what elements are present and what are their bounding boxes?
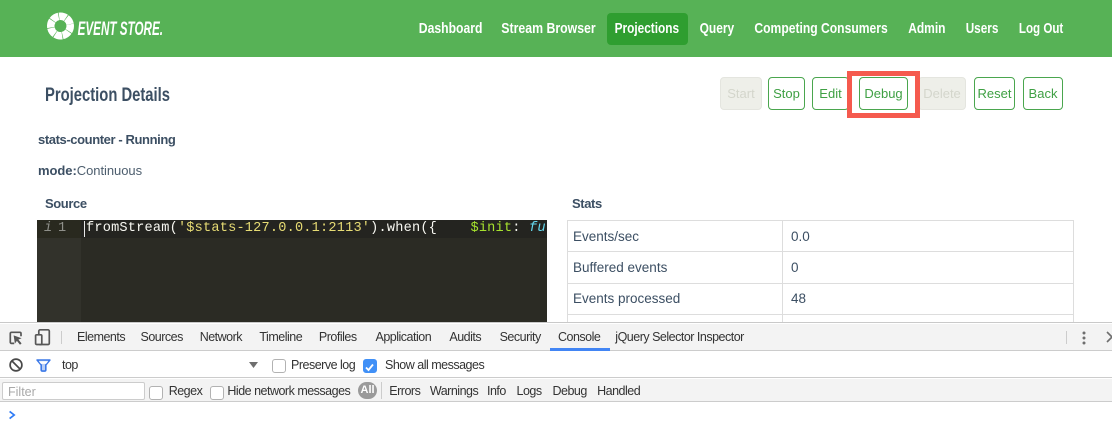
svg-text:Admin: Admin — [908, 20, 945, 37]
svg-text:Stream Browser: Stream Browser — [501, 20, 596, 37]
svg-text:Users: Users — [966, 20, 999, 37]
svg-text:Projection Details: Projection Details — [45, 85, 170, 106]
svg-text:Projections: Projections — [615, 20, 680, 37]
svg-text:Query: Query — [700, 20, 735, 37]
svg-text:Log Out: Log Out — [1019, 20, 1063, 37]
svg-text:Competing Consumers: Competing Consumers — [754, 20, 887, 37]
svg-text:Dashboard: Dashboard — [419, 20, 483, 37]
